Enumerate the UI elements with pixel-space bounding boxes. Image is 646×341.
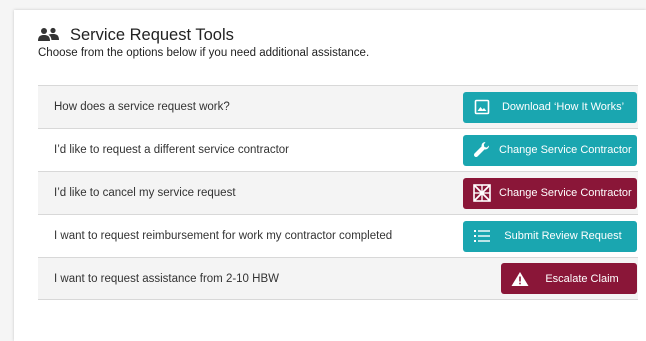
escalate-claim-button[interactable]: Escalate Claim <box>501 263 637 294</box>
option-row-escalate: I want to request assistance from 2-10 H… <box>38 257 638 300</box>
option-question: I’d like to request a different service … <box>54 144 290 156</box>
submit-review-request-button[interactable]: Submit Review Request <box>463 220 637 252</box>
options-list: How does a service request work? Downloa… <box>38 85 638 300</box>
option-row-change-contractor: I’d like to request a different service … <box>38 128 638 171</box>
option-row-cancel-request: I’d like to cancel my service request Ch… <box>38 171 638 214</box>
button-label: Escalate Claim <box>545 272 619 285</box>
cancel-grid-icon <box>473 184 491 202</box>
option-question: How does a service request work? <box>54 101 230 113</box>
button-label: Submit Review Request <box>504 230 622 242</box>
option-question: I want to request reimbursement for work… <box>54 230 393 242</box>
option-question: I’d like to cancel my service request <box>54 187 236 199</box>
option-row-reimbursement: I want to request reimbursement for work… <box>38 214 638 257</box>
service-request-tools-card: Service Request Tools Choose from the op… <box>14 10 646 341</box>
button-label: Download ‘How It Works’ <box>501 101 625 113</box>
page-title: Service Request Tools <box>70 25 234 44</box>
list-icon <box>473 227 491 245</box>
download-how-it-works-button[interactable]: Download ‘How It Works’ <box>463 91 637 123</box>
button-label: Change Service Contractor <box>499 187 632 199</box>
cancel-request-button[interactable]: Change Service Contractor <box>463 177 637 209</box>
users-icon <box>38 27 60 43</box>
change-service-contractor-button[interactable]: Change Service Contractor <box>463 134 637 166</box>
card-header: Service Request Tools <box>38 24 234 46</box>
button-label: Change Service Contractor <box>499 144 632 156</box>
option-question: I want to request assistance from 2-10 H… <box>54 272 279 285</box>
wrench-icon <box>473 141 491 159</box>
warning-icon <box>511 270 529 288</box>
option-row-how-it-works: How does a service request work? Downloa… <box>38 85 638 128</box>
page-subtitle: Choose from the options below if you nee… <box>38 47 370 59</box>
image-icon <box>473 98 491 116</box>
title-row: Service Request Tools <box>38 24 234 46</box>
